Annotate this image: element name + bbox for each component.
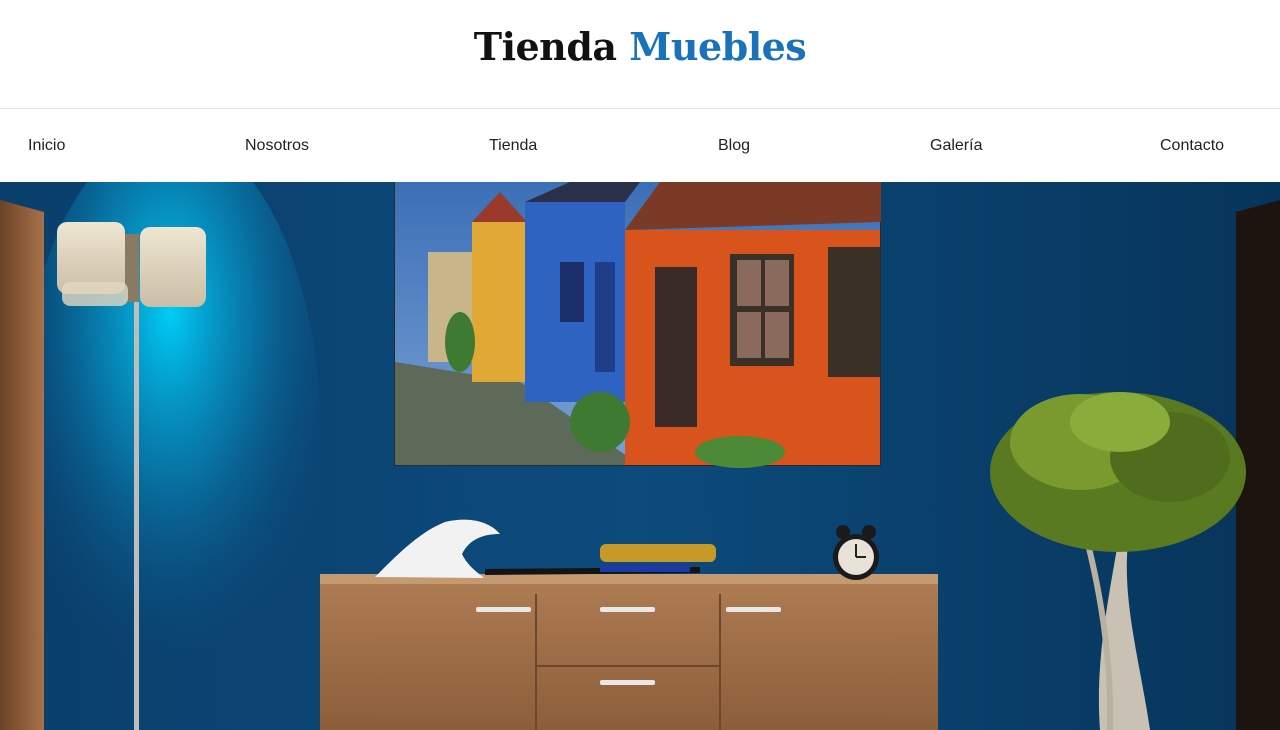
nav-item-nosotros[interactable]: Nosotros	[245, 110, 309, 182]
left-door	[0, 200, 44, 730]
nav-item-contacto[interactable]: Contacto	[1160, 110, 1224, 182]
logo-text-primary: Tienda	[473, 23, 617, 69]
hero-image	[0, 182, 1280, 730]
nav-item-galeria[interactable]: Galería	[930, 110, 982, 182]
wall-painting	[394, 182, 881, 468]
main-nav: Inicio Nosotros Tienda Blog Galería Cont…	[0, 110, 1280, 182]
hero-banner	[0, 182, 1280, 730]
nav-item-inicio[interactable]: Inicio	[28, 110, 65, 182]
sideboard	[320, 574, 938, 730]
logo-text-accent: Muebles	[629, 23, 807, 69]
nav-item-blog[interactable]: Blog	[718, 110, 750, 182]
site-logo[interactable]: Tienda Muebles	[473, 23, 807, 69]
nav-item-tienda[interactable]: Tienda	[489, 110, 537, 182]
site-header: Tienda Muebles	[0, 0, 1280, 109]
